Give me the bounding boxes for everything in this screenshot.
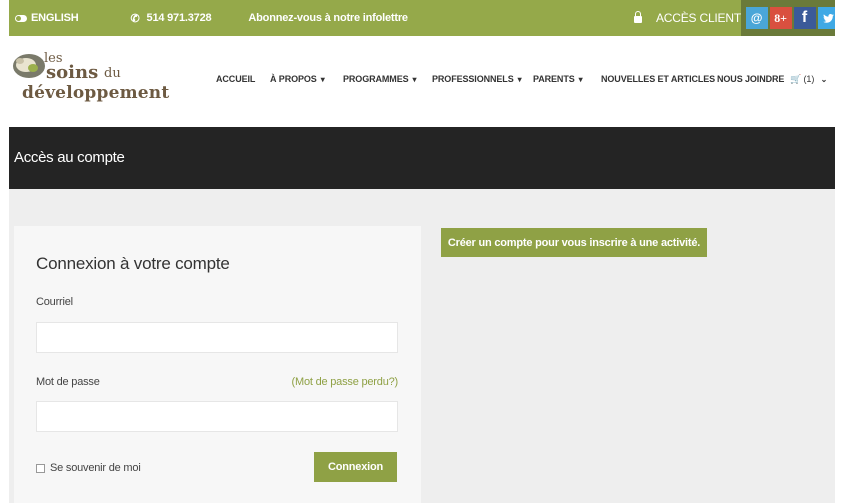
email-label: Courriel — [36, 296, 73, 308]
caret-down-icon: ▾ — [517, 75, 522, 84]
nav-accueil[interactable]: ACCUEIL — [216, 74, 255, 84]
site-header: les soins du développement ACCUEIL À PRO… — [9, 36, 835, 127]
caret-down-icon: ▾ — [320, 75, 325, 84]
nav-label: PROGRAMMES — [343, 74, 409, 84]
nav-label: ACCUEIL — [216, 74, 256, 84]
nav-label: PARENTS — [533, 74, 575, 84]
email-icon[interactable]: @ — [745, 7, 768, 29]
remember-checkbox[interactable] — [36, 463, 45, 473]
remember-label: Se souvenir de moi — [50, 462, 141, 474]
google-plus-icon[interactable]: 8+ — [769, 7, 792, 29]
nav-nous-joindre[interactable]: NOUS JOINDRE — [717, 74, 784, 84]
page-title: Accès au compte — [14, 149, 125, 166]
chevron-down-icon: ⌄ — [820, 75, 828, 84]
top-bar: ENGLISH ✆ 514 971.3728 Abonnez-vous à no… — [9, 0, 844, 36]
main-content: Connexion à votre compte Courriel Mot de… — [9, 189, 835, 503]
toggle-icon — [15, 14, 27, 22]
nav-label: PROFESSIONNELS — [432, 74, 514, 84]
lost-password-link[interactable]: (Mot de passe perdu?) — [292, 376, 399, 388]
login-button[interactable]: Connexion — [314, 452, 397, 482]
nav-professionnels[interactable]: PROFESSIONNELS ▾ — [432, 74, 522, 84]
right-gutter — [835, 0, 844, 503]
login-title: Connexion à votre compte — [36, 254, 230, 273]
left-gutter — [0, 0, 9, 503]
cart-icon: 🛒 — [790, 74, 802, 84]
caret-down-icon: ▾ — [578, 75, 583, 84]
newsletter-link[interactable]: Abonnez-vous à notre infolettre — [248, 12, 408, 24]
client-access-label: ACCÈS CLIENT — [656, 11, 741, 25]
caret-down-icon: ▾ — [412, 75, 417, 84]
email-glyph: @ — [750, 11, 763, 25]
phone-number: 514 971.3728 — [146, 12, 212, 24]
cart-count: (1) — [803, 74, 815, 84]
newsletter-label: Abonnez-vous à notre infolettre — [248, 12, 408, 24]
password-label: Mot de passe — [36, 376, 100, 388]
phone-icon: ✆ — [130, 12, 140, 25]
client-access-link[interactable]: ACCÈS CLIENT — [634, 0, 741, 36]
main-nav: ACCUEIL À PROPOS ▾ PROGRAMMES ▾ PROFESSION… — [9, 74, 835, 88]
nav-cart[interactable]: 🛒 (1) ⌄ — [790, 74, 827, 85]
password-field[interactable] — [36, 401, 398, 432]
create-account-button[interactable]: Créer un compte pour vous inscrire à une… — [441, 228, 707, 257]
facebook-icon[interactable]: f — [793, 7, 816, 29]
nav-label: NOUVELLES ET ARTICLES — [601, 74, 716, 84]
nav-parents[interactable]: PARENTS ▾ — [533, 74, 583, 84]
page-banner: Accès au compte — [9, 127, 835, 189]
nav-a-propos[interactable]: À PROPOS ▾ — [270, 74, 325, 84]
nav-nouvelles[interactable]: NOUVELLES ET ARTICLES — [601, 74, 715, 84]
remember-me[interactable]: Se souvenir de moi — [36, 462, 141, 474]
twitter-bird-svg — [823, 13, 834, 23]
email-field[interactable] — [36, 322, 398, 353]
phone-link[interactable]: ✆ 514 971.3728 — [131, 12, 212, 25]
lock-icon — [634, 10, 642, 23]
google-plus-glyph: 8+ — [774, 10, 787, 25]
nav-label: À PROPOS — [270, 74, 317, 84]
language-switch[interactable]: ENGLISH — [15, 12, 79, 24]
language-label: ENGLISH — [31, 12, 79, 24]
facebook-glyph: f — [801, 9, 808, 26]
login-card: Connexion à votre compte Courriel Mot de… — [14, 226, 421, 503]
social-links: @ 8+ f — [741, 0, 844, 36]
nav-programmes[interactable]: PROGRAMMES ▾ — [343, 74, 417, 84]
nav-label: NOUS JOINDRE — [717, 74, 785, 84]
